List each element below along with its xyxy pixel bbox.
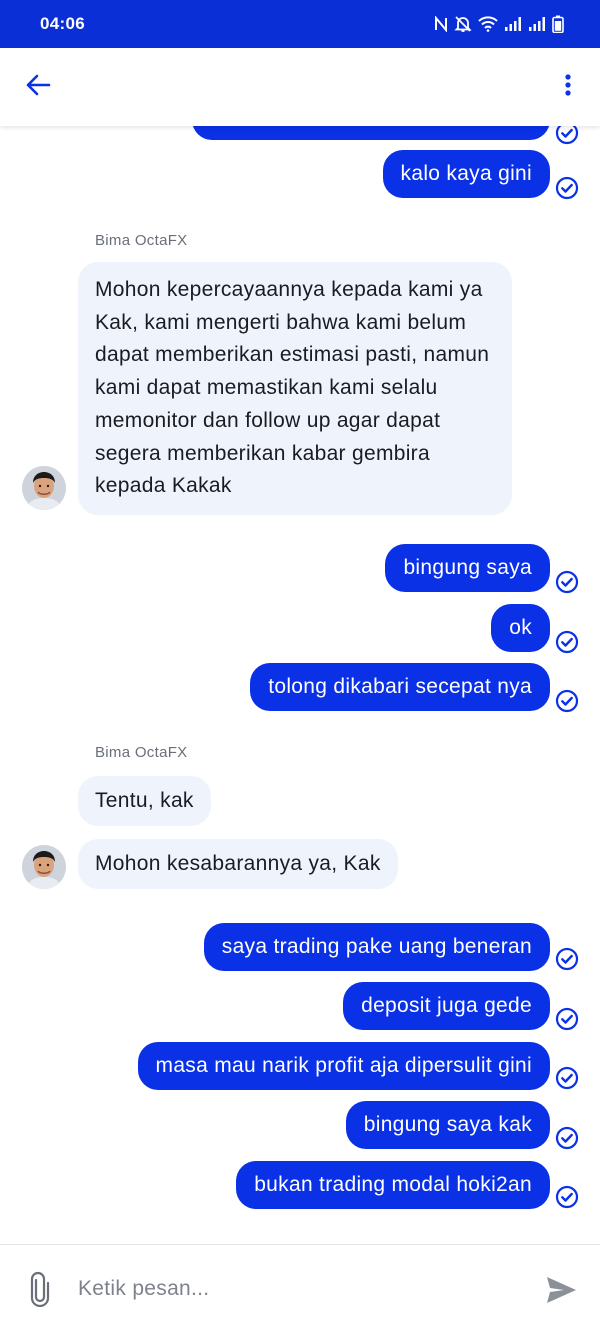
wifi-icon	[478, 16, 498, 32]
read-check-icon	[555, 176, 579, 200]
read-check-icon	[555, 947, 579, 971]
read-check-icon	[555, 689, 579, 713]
message-row-outgoing: kalo kaya gini	[0, 150, 600, 200]
message-row-outgoing: masa mau narik profit aja dipersulit gin…	[0, 1042, 600, 1090]
status-time: 04:06	[40, 14, 85, 33]
status-bar: 04:06	[0, 0, 600, 48]
send-button[interactable]	[544, 1273, 578, 1307]
agent-avatar	[22, 466, 66, 510]
outgoing-message-bubble: masa mau narik profit aja dipersulit gin…	[137, 1042, 550, 1090]
outgoing-message-bubble: ok	[491, 604, 550, 652]
more-vertical-icon	[564, 73, 572, 102]
incoming-message-bubble: Mohon kesabarannya ya, Kak	[78, 839, 398, 889]
message-composer	[0, 1244, 600, 1333]
message-row-outgoing: bingung saya	[0, 544, 600, 594]
agent-avatar	[22, 845, 66, 889]
message-row-outgoing: tolong dikabari secepat nya	[0, 663, 600, 713]
message-row-outgoing	[0, 126, 600, 145]
message-row-outgoing: bingung saya kak	[0, 1101, 600, 1150]
signal-icon	[504, 16, 522, 32]
read-check-icon	[555, 1185, 579, 1209]
outgoing-message-bubble: kalo kaya gini	[382, 150, 550, 198]
mute-icon	[454, 15, 472, 33]
outgoing-message-bubble: saya trading pake uang beneran	[203, 923, 550, 971]
read-check-icon	[555, 1126, 579, 1150]
outgoing-message-bubble: bingung saya kak	[345, 1101, 550, 1149]
outgoing-message-bubble	[192, 126, 550, 140]
app-bar	[0, 48, 600, 126]
read-check-icon	[555, 570, 579, 594]
paperclip-icon	[22, 1271, 58, 1311]
send-icon	[544, 1277, 578, 1311]
signal-icon	[528, 16, 546, 32]
incoming-message-bubble: Mohon kepercayaannya kepada kami ya Kak,…	[78, 262, 512, 515]
back-button[interactable]	[20, 69, 56, 105]
sender-name: Bima OctaFX	[95, 232, 188, 249]
read-check-icon	[555, 126, 579, 145]
read-check-icon	[555, 1007, 579, 1031]
message-input[interactable]	[78, 1267, 518, 1311]
message-row-outgoing: bukan trading modal hoki2an	[0, 1161, 600, 1209]
outgoing-message-bubble: bingung saya	[385, 544, 550, 592]
outgoing-message-bubble: tolong dikabari secepat nya	[250, 663, 550, 711]
attach-button[interactable]	[22, 1271, 58, 1308]
chat-messages[interactable]: kalo kaya gini Bima OctaFX Mohon keperca…	[0, 126, 600, 1244]
sender-name: Bima OctaFX	[95, 744, 188, 761]
message-row-outgoing: saya trading pake uang beneran	[0, 923, 600, 971]
message-row-outgoing: deposit juga gede	[0, 982, 600, 1031]
nfc-icon	[434, 16, 448, 32]
outgoing-message-bubble: deposit juga gede	[343, 982, 550, 1030]
read-check-icon	[555, 1066, 579, 1090]
status-icons	[434, 15, 564, 33]
incoming-message-bubble: Tentu, kak	[78, 776, 211, 826]
battery-icon	[552, 15, 564, 33]
message-row-outgoing: ok	[0, 604, 600, 654]
more-options-button[interactable]	[550, 69, 586, 105]
arrow-left-icon	[25, 73, 51, 102]
read-check-icon	[555, 630, 579, 654]
outgoing-message-bubble: bukan trading modal hoki2an	[236, 1161, 550, 1209]
